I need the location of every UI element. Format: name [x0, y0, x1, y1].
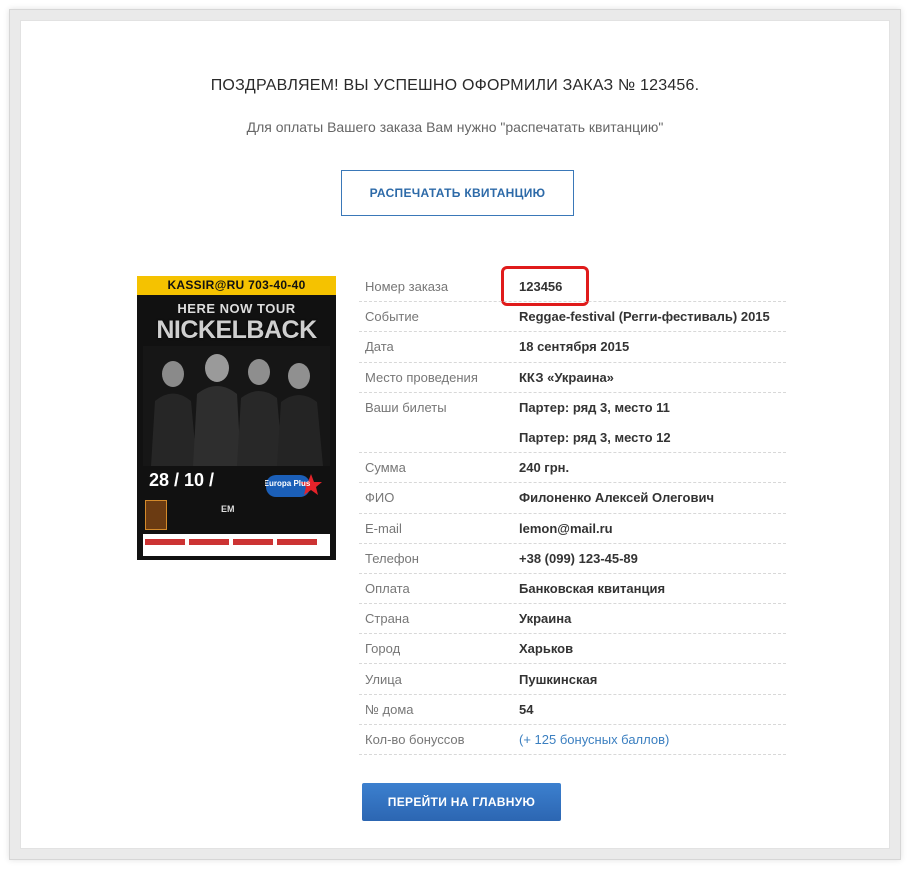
detail-value: Партер: ряд 3, место 12: [519, 430, 671, 446]
detail-label: № дома: [365, 701, 414, 717]
detail-label: Событие: [365, 309, 419, 325]
detail-row-phone: Телефон +38 (099) 123-45-89: [359, 544, 786, 574]
organizer-logo: EM: [221, 504, 235, 514]
poster-ticket-banner: KASSIR@RU 703-40-40: [137, 276, 336, 295]
page-title: ПОЗДРАВЛЯЕМ! ВЫ УСПЕШНО ОФОРМИЛИ ЗАКАЗ №…: [210, 77, 700, 94]
order-confirmation-card: ПОЗДРАВЛЯЕМ! ВЫ УСПЕШНО ОФОРМИЛИ ЗАКАЗ №…: [20, 20, 890, 849]
detail-value: 240 грн.: [519, 460, 570, 476]
detail-row-bonuses: Кол-во бонуссов (+ 125 бонусных баллов): [359, 725, 786, 755]
detail-label: Улица: [365, 671, 402, 687]
detail-label: Место проведения: [365, 369, 478, 385]
detail-row-sum: Сумма 240 грн.: [359, 453, 786, 484]
detail-value: Украина: [519, 611, 572, 627]
album-cover-thumbnail: [145, 500, 167, 530]
europa-plus-logo-text: Europa Plus: [265, 479, 311, 488]
go-to-home-button[interactable]: ПЕРЕЙТИ НА ГЛАВНУЮ: [362, 783, 561, 821]
detail-value: lemon@mail.ru: [519, 520, 613, 536]
payment-instruction: Для оплаты Вашего заказа Вам нужно "расп…: [246, 119, 664, 135]
detail-row-email: E-mail lemon@mail.ru: [359, 514, 786, 544]
detail-row-country: Страна Украина: [359, 604, 786, 635]
detail-value: Харьков: [519, 641, 574, 657]
detail-row-date: Дата 18 сентября 2015: [359, 332, 786, 363]
detail-row-tickets-continued: Партер: ряд 3, место 12: [359, 423, 786, 454]
europa-plus-logo: Europa Plus: [265, 474, 322, 497]
detail-value: +38 (099) 123-45-89: [519, 550, 638, 566]
detail-value: 123456: [519, 279, 563, 295]
detail-label: Телефон: [365, 550, 419, 566]
detail-row-venue: Место проведения ККЗ «Украина»: [359, 363, 786, 393]
detail-label: Номер заказа: [365, 279, 449, 295]
detail-row-street: Улица Пушкинская: [359, 664, 786, 695]
detail-value: Reggae-festival (Регги-фестиваль) 2015: [519, 309, 770, 325]
detail-label: Ваши билеты: [365, 400, 447, 416]
detail-label: E-mail: [365, 520, 402, 536]
detail-label: Кол-во бонуссов: [365, 731, 465, 747]
page-frame: ПОЗДРАВЛЯЕМ! ВЫ УСПЕШНО ОФОРМИЛИ ЗАКАЗ №…: [9, 9, 901, 860]
poster-tour-name: HERE NOW TOUR: [177, 301, 296, 316]
detail-label: Сумма: [365, 460, 406, 476]
detail-row-order-number: Номер заказа 123456: [359, 272, 786, 303]
detail-row-city: Город Харьков: [359, 634, 786, 665]
poster-date: 28 / 10 /: [149, 470, 215, 490]
detail-value: Партер: ряд 3, место 11: [519, 400, 670, 416]
detail-value: Банковская квитанция: [519, 580, 666, 596]
poster-ticket-outlets-strip: [143, 534, 330, 556]
detail-row-full-name: ФИО Филоненко Алексей Олегович: [359, 483, 786, 514]
detail-value: 54: [519, 701, 534, 717]
detail-label: ФИО: [365, 490, 395, 506]
detail-label: Город: [365, 641, 401, 657]
poster-band-name: NICKELBACK: [156, 316, 317, 344]
band-photo: [143, 346, 330, 466]
detail-row-event: Событие Reggae-festival (Регги-фестиваль…: [359, 302, 786, 333]
detail-row-payment: Оплата Банковская квитанция: [359, 574, 786, 605]
detail-value: Филоненко Алексей Олегович: [519, 490, 715, 506]
event-poster-image: KASSIR@RU 703-40-40 HERE NOW TOUR NICKEL…: [137, 276, 336, 560]
detail-row-house-number: № дома 54: [359, 695, 786, 725]
order-details-table: Номер заказа 123456 Событие Reggae-festi…: [359, 272, 786, 755]
bonus-points-link[interactable]: (+ 125 бонусных баллов): [519, 732, 786, 747]
detail-label: Страна: [365, 611, 410, 627]
detail-row-tickets: Ваши билеты Партер: ряд 3, место 11: [359, 393, 786, 423]
detail-value: ККЗ «Украина»: [519, 369, 614, 385]
detail-value: 18 сентября 2015: [519, 339, 630, 355]
print-receipt-button[interactable]: РАСПЕЧАТАТЬ КВИТАНЦИЮ: [341, 170, 574, 216]
detail-label: Оплата: [365, 580, 410, 596]
detail-value: Пушкинская: [519, 671, 598, 687]
detail-label: Дата: [365, 339, 394, 355]
